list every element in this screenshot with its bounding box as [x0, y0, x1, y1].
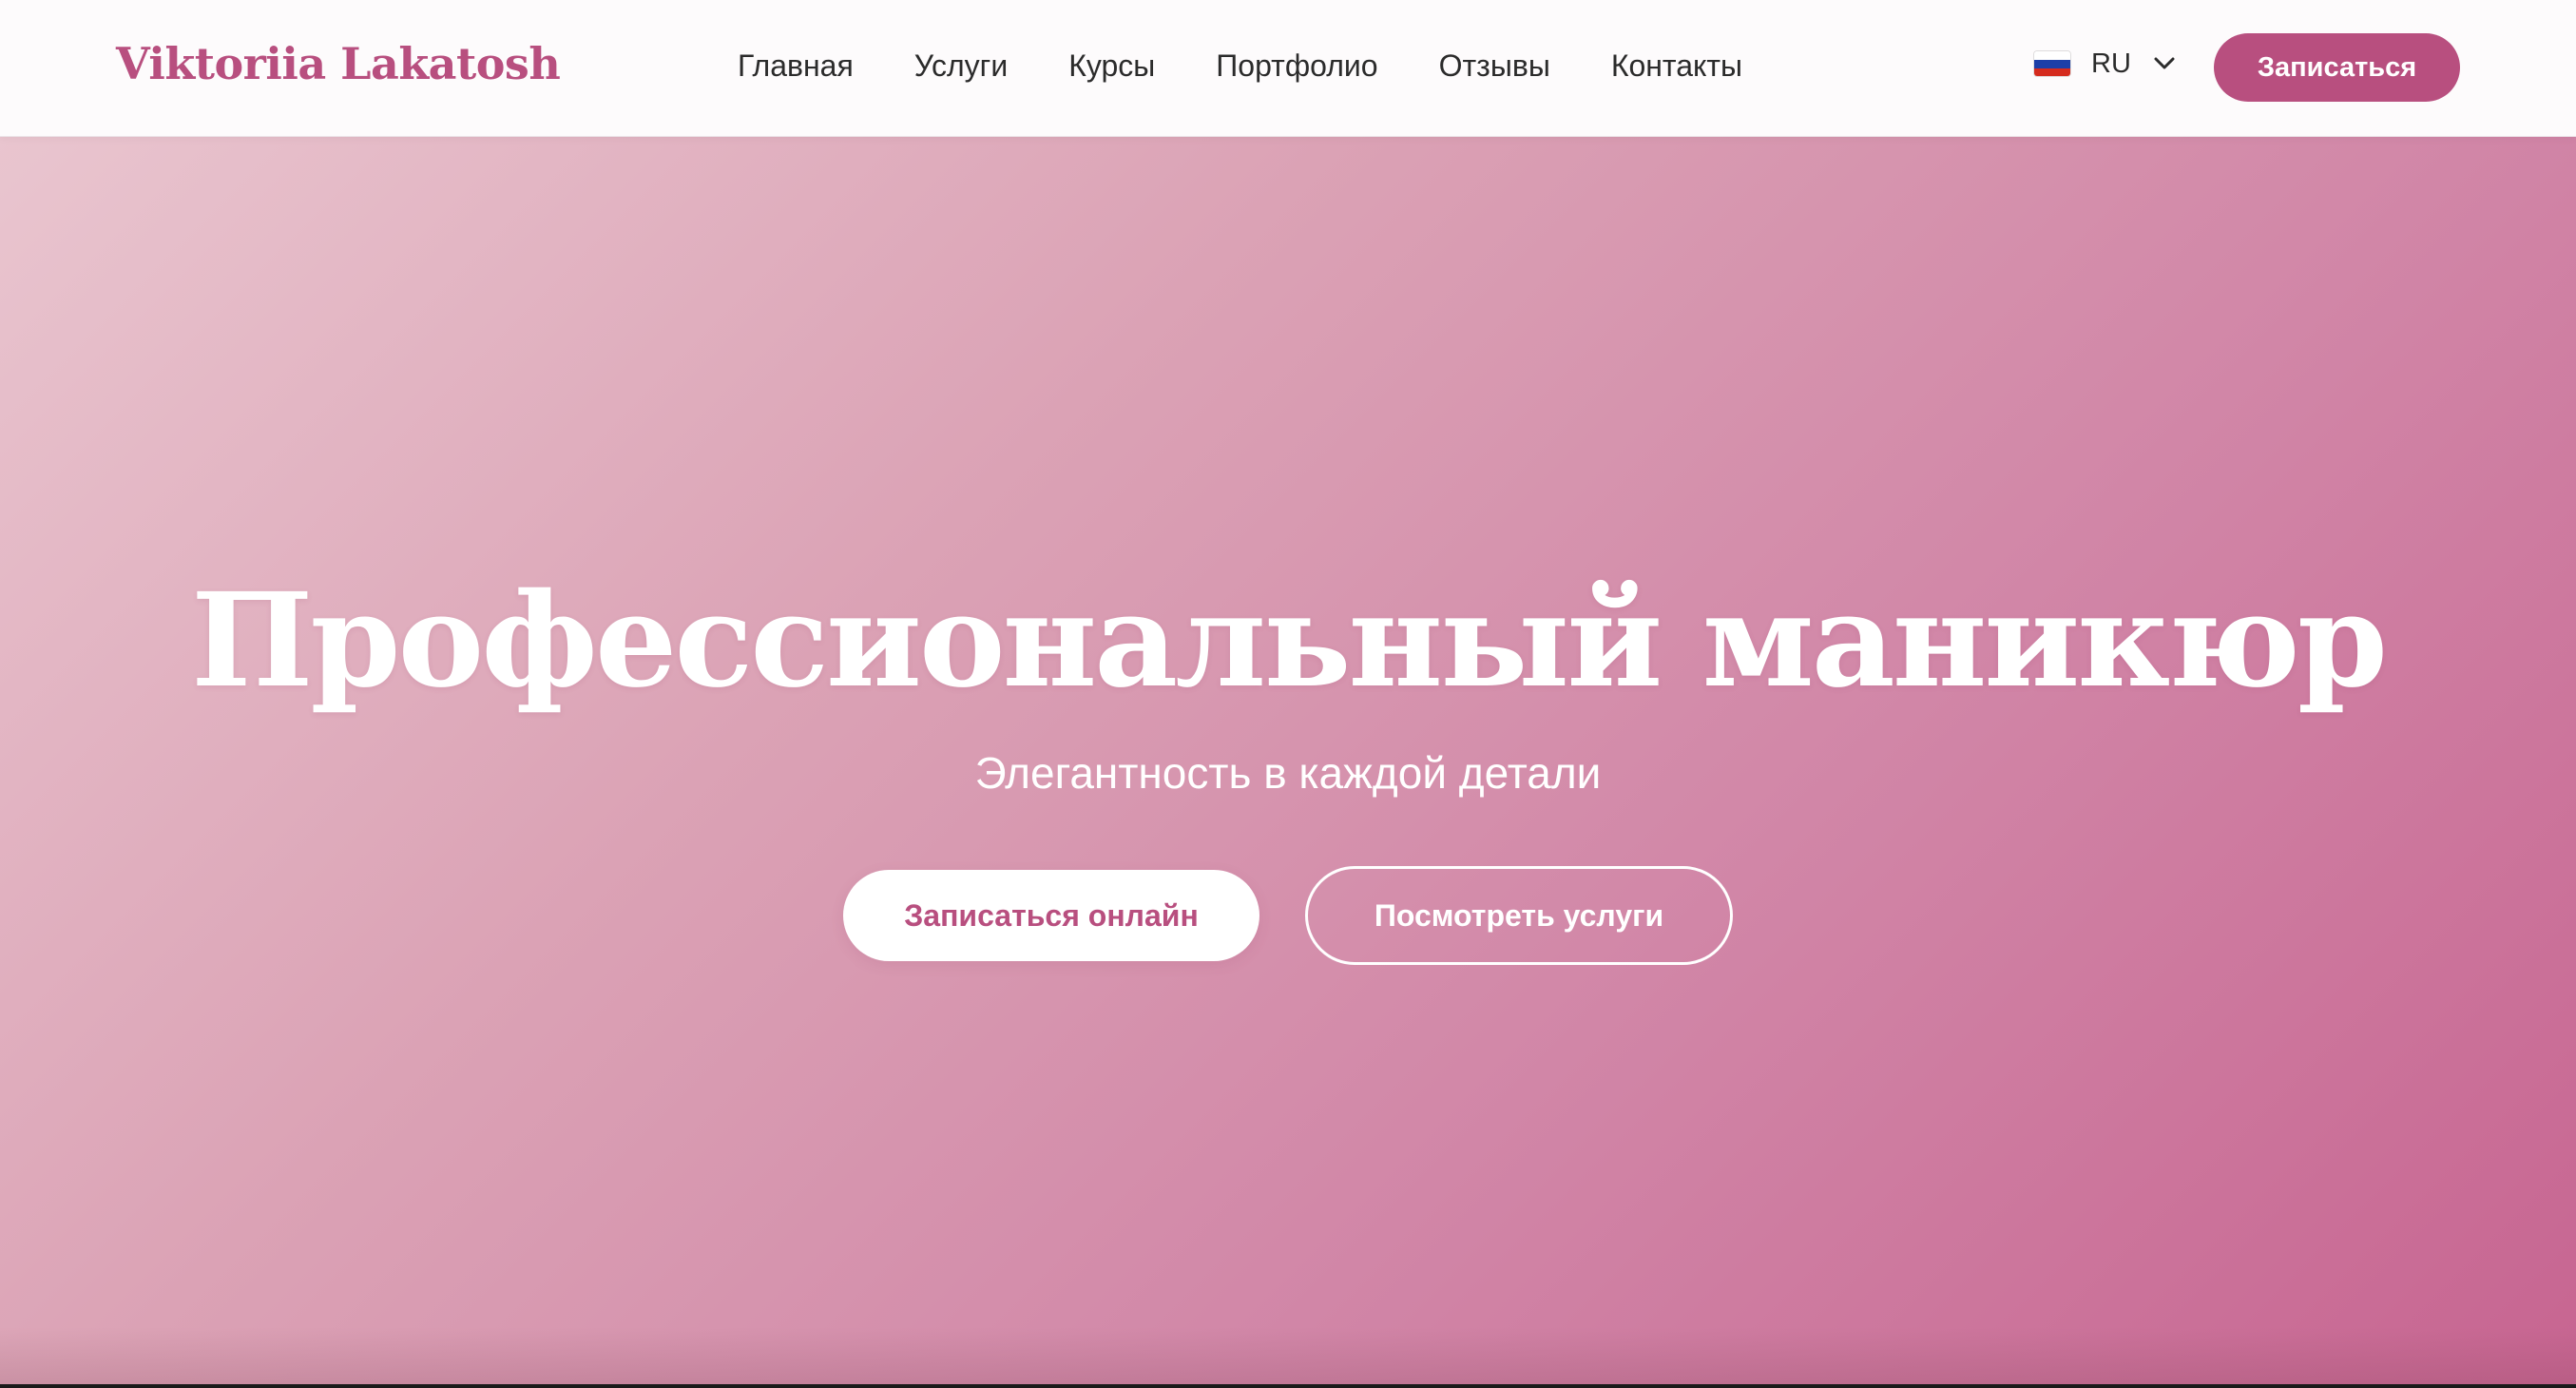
hero-section: Профессиональный маникюр Элегантность в …	[0, 136, 2576, 1384]
site-logo[interactable]: Viktoriia Lakatosh	[116, 38, 561, 90]
nav-link-portfolio[interactable]: Портфолио	[1216, 48, 1377, 84]
site-header: Viktoriia Lakatosh Главная Услуги Курсы …	[0, 0, 2576, 137]
browser-viewport: Viktoriia Lakatosh Главная Услуги Курсы …	[0, 0, 2576, 1384]
hero-buttons: Записаться онлайн Посмотреть услуги	[0, 866, 2576, 965]
header-book-button[interactable]: Записаться	[2214, 33, 2460, 102]
nav-link-courses[interactable]: Курсы	[1068, 48, 1155, 84]
chevron-down-icon	[2152, 51, 2177, 76]
hero-title: Профессиональный маникюр	[191, 565, 2388, 717]
nav-link-home[interactable]: Главная	[738, 48, 854, 84]
russian-flag-icon	[2034, 51, 2070, 77]
view-services-button[interactable]: Посмотреть услуги	[1305, 866, 1733, 965]
nav-link-reviews[interactable]: Отзывы	[1439, 48, 1550, 84]
hero-subtitle: Элегантность в каждой детали	[974, 748, 1602, 798]
nav-link-contacts[interactable]: Контакты	[1611, 48, 1742, 84]
language-code: RU	[2091, 48, 2131, 79]
main-nav: Главная Услуги Курсы Портфолио Отзывы Ко…	[738, 48, 1742, 84]
book-online-button[interactable]: Записаться онлайн	[843, 870, 1259, 961]
nav-link-services[interactable]: Услуги	[914, 48, 1008, 84]
language-switcher[interactable]: RU	[2034, 48, 2177, 81]
